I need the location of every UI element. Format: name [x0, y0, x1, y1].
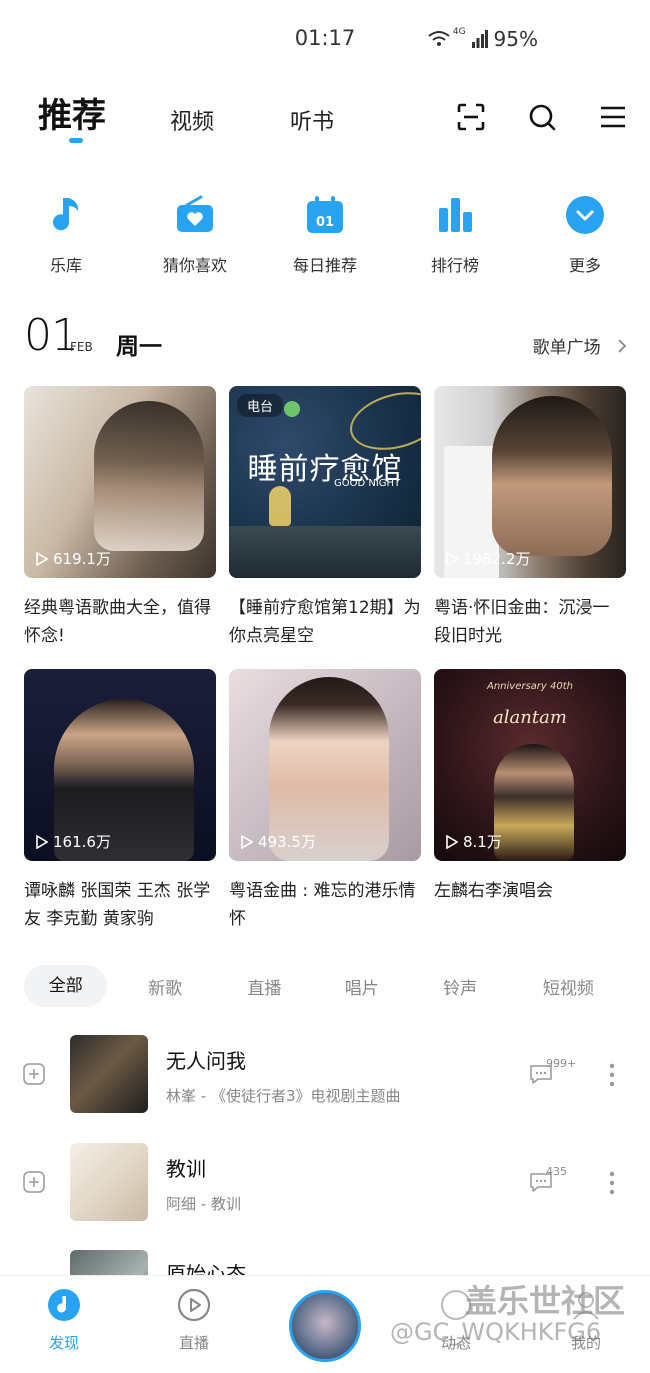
date-month: FEB	[70, 340, 93, 354]
play-count: 619.1万	[36, 548, 111, 569]
playlist-title: 粤语金曲 : 难忘的港乐情怀	[229, 881, 416, 929]
quick-label: 每日推荐	[292, 256, 357, 275]
quick-guess-you-like[interactable]: 猜你喜欢	[150, 194, 240, 276]
playlist-cover: Anniversary 40th alantam 8.1万	[434, 669, 626, 861]
add-icon[interactable]	[23, 1063, 45, 1085]
playlist-cover: 1982.2万	[434, 386, 626, 578]
play-count: 493.5万	[241, 831, 316, 852]
nav-discover[interactable]: 发现	[24, 1288, 104, 1353]
chart-bars-icon	[439, 198, 472, 232]
play-count: 1982.2万	[446, 548, 531, 569]
more-vertical-icon[interactable]	[605, 1170, 619, 1196]
filter-short-video[interactable]: 短视频	[503, 974, 634, 999]
song-cover	[70, 1143, 148, 1221]
tab-audiobook[interactable]: 听书	[290, 104, 334, 136]
song-title: 无人问我	[166, 1049, 246, 1073]
playlist-title: 经典粤语歌曲大全，值得怀念!	[24, 598, 211, 646]
filter-live[interactable]: 直播	[223, 974, 306, 999]
playlist-card[interactable]: 493.5万 粤语金曲 : 难忘的港乐情怀	[229, 669, 421, 933]
quick-label: 排行榜	[430, 256, 479, 275]
radio-badge: 电台	[237, 394, 284, 417]
chevron-down-icon	[566, 196, 604, 234]
status-time: 01:17	[294, 26, 356, 50]
filter-all[interactable]: 全部	[24, 965, 108, 1007]
cover-subtitle: Anniversary 40th	[486, 681, 573, 692]
signal-icon	[471, 30, 488, 48]
playlist-card[interactable]: 161.6万 谭咏麟 张国荣 王杰 张学友 李克勤 黄家驹	[24, 669, 216, 933]
nav-label: 发现	[48, 1334, 79, 1352]
cover-title: alantam	[493, 707, 567, 728]
song-meta: 林峯 - 《使徒行者3》电视剧主题曲	[166, 1087, 401, 1105]
playlist-card[interactable]: 619.1万 经典粤语歌曲大全，值得怀念!	[24, 386, 216, 650]
bottom-navigation: 发现 直播 动态 我的 盖乐世社区 @GC_WQKHKFG6	[0, 1275, 650, 1373]
song-title: 教训	[166, 1157, 206, 1181]
tab-video[interactable]: 视频	[170, 104, 214, 136]
playlist-square-label: 歌单广场	[532, 338, 601, 358]
network-label: 4G	[452, 27, 466, 37]
comment-count: 999+	[546, 1057, 577, 1070]
playlist-title: 【睡前疗愈馆第12期】为你点亮星空	[229, 598, 421, 646]
playlist-square-link[interactable]: 歌单广场	[533, 333, 628, 358]
music-note-icon	[53, 198, 79, 231]
playlist-cover: 睡前疗愈馆 GOOD NIGHT 电台	[229, 386, 421, 578]
song-meta: 阿细 - 教训	[166, 1195, 241, 1213]
quick-daily-recommend[interactable]: 01 每日推荐	[280, 194, 370, 276]
calendar-badge: 01	[316, 215, 334, 230]
song-filter-bar: 全部 新歌 直播 唱片 铃声 短视频	[24, 965, 634, 1007]
song-row[interactable]: 无人问我 林峯 - 《使徒行者3》电视剧主题曲 999+	[0, 1035, 650, 1125]
play-icon	[241, 834, 253, 849]
date-weekday: 周一	[116, 334, 162, 360]
active-tab-indicator	[69, 138, 83, 143]
playlist-title: 粤语·怀旧金曲：沉浸一段旧时光	[434, 598, 610, 646]
quick-music-library[interactable]: 乐库	[21, 194, 111, 276]
play-icon	[446, 551, 458, 566]
cover-subtitle: GOOD NIGHT	[334, 478, 401, 489]
nav-live[interactable]: 直播	[154, 1288, 234, 1353]
playlist-cover: 161.6万	[24, 669, 216, 861]
quick-label: 猜你喜欢	[162, 256, 227, 275]
play-icon	[446, 834, 458, 849]
filter-ringtones[interactable]: 铃声	[417, 974, 502, 999]
scan-icon[interactable]	[456, 102, 486, 132]
filter-albums[interactable]: 唱片	[306, 974, 417, 999]
playlist-card[interactable]: 睡前疗愈馆 GOOD NIGHT 电台 【睡前疗愈馆第12期】为你点亮星空	[229, 386, 421, 650]
menu-icon[interactable]	[598, 102, 628, 132]
status-indicators: 4G 95%	[427, 27, 538, 51]
watermark-line1: 盖乐世社区	[465, 1282, 626, 1320]
nav-label: 直播	[178, 1334, 209, 1352]
filter-new-songs[interactable]: 新歌	[107, 974, 222, 999]
play-count: 8.1万	[446, 831, 502, 852]
playlist-title: 左麟右李演唱会	[434, 881, 553, 901]
quick-more[interactable]: 更多	[540, 194, 630, 276]
quick-label: 乐库	[49, 256, 82, 275]
quick-charts[interactable]: 排行榜	[410, 194, 500, 276]
chevron-right-icon	[618, 339, 627, 353]
radio-heart-icon	[177, 195, 213, 232]
discover-icon	[48, 1289, 80, 1321]
playlist-card[interactable]: 1982.2万 粤语·怀旧金曲：沉浸一段旧时光	[434, 386, 626, 650]
playlist-cover: 619.1万	[24, 386, 216, 578]
calendar-icon: 01	[307, 196, 343, 233]
add-icon[interactable]	[23, 1171, 45, 1193]
song-row[interactable]: 教训 阿细 - 教训 435	[0, 1143, 650, 1233]
live-play-icon	[177, 1288, 211, 1322]
wifi-icon	[428, 31, 450, 46]
playlist-cover: 493.5万	[229, 669, 421, 861]
watermark-line2: @GC_WQKHKFG6	[390, 1318, 602, 1346]
tab-recommend-label: 推荐	[38, 96, 106, 136]
now-playing-disc[interactable]	[289, 1290, 361, 1362]
play-icon	[36, 551, 48, 566]
play-count: 161.6万	[36, 831, 111, 852]
search-icon[interactable]	[527, 102, 557, 132]
playlist-card[interactable]: Anniversary 40th alantam 8.1万 左麟右李演唱会	[434, 669, 626, 905]
play-icon	[36, 834, 48, 849]
song-cover	[70, 1035, 148, 1113]
comment-count: 435	[546, 1165, 567, 1178]
battery-level: 95%	[493, 27, 538, 51]
quick-label: 更多	[568, 256, 601, 275]
playlist-title: 谭咏麟 张国荣 王杰 张学友 李克勤 黄家驹	[24, 881, 211, 929]
tab-recommend[interactable]: 推荐	[38, 88, 106, 143]
more-vertical-icon[interactable]	[605, 1062, 619, 1088]
